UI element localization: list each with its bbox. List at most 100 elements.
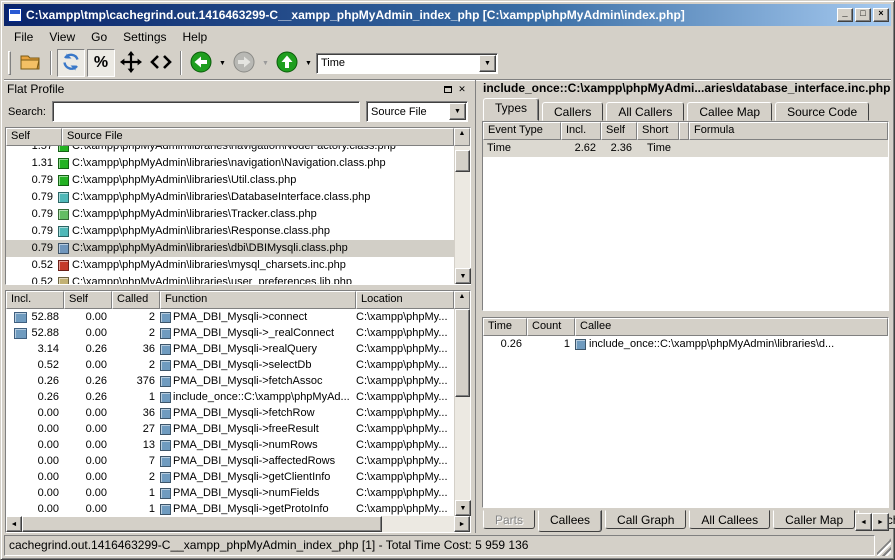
callee-name-text: include_once::C:\xampp\phpMyAdmin\librar…: [589, 336, 834, 353]
column-header-event-type[interactable]: Event Type: [483, 122, 561, 140]
column-header-self[interactable]: Self: [6, 128, 62, 146]
menu-view[interactable]: View: [41, 28, 83, 46]
function-row[interactable]: 0.000.001PMA_DBI_Mysqli->numFieldsC:\xam…: [6, 485, 454, 501]
menu-help[interactable]: Help: [175, 28, 216, 46]
combo-dropdown-icon[interactable]: ▼: [479, 55, 496, 72]
forward-button[interactable]: [230, 49, 258, 77]
scroll-down-icon[interactable]: ▼: [455, 268, 471, 284]
tab-all-callees[interactable]: All Callees: [689, 510, 770, 529]
menu-go[interactable]: Go: [83, 28, 115, 46]
scrollbar-thumb[interactable]: [455, 150, 470, 172]
percent-toggle-button[interactable]: %: [87, 49, 115, 77]
column-header-callee[interactable]: Callee: [575, 318, 888, 336]
column-header-count[interactable]: Count: [527, 318, 575, 336]
menu-settings[interactable]: Settings: [115, 28, 174, 46]
event-type-row[interactable]: Time2.622.36Time: [483, 140, 888, 157]
function-row[interactable]: 0.000.002PMA_DBI_Mysqli->getClientInfoC:…: [6, 469, 454, 485]
scrollbar-thumb[interactable]: [22, 516, 382, 532]
tab-scroll-left-icon[interactable]: ◄: [855, 513, 872, 531]
file-row[interactable]: 1.57C:\xampp\phpMyAdmin\libraries\naviga…: [6, 146, 454, 155]
function-row[interactable]: 3.140.2636PMA_DBI_Mysqli->realQueryC:\xa…: [6, 341, 454, 357]
column-header-formula[interactable]: Formula: [689, 122, 888, 140]
function-self-value: 0.26: [64, 389, 112, 405]
function-location: C:\xampp\phpMy...: [356, 469, 454, 485]
resize-grip[interactable]: [877, 535, 891, 556]
toolbar-grip[interactable]: [8, 51, 11, 75]
forward-dropdown-arrow[interactable]: ▼: [260, 49, 271, 77]
column-header-location[interactable]: Location: [356, 291, 454, 309]
column-header-self[interactable]: Self: [64, 291, 112, 309]
source-file-vscrollbar[interactable]: ▼: [454, 146, 470, 284]
scroll-down-icon[interactable]: ▼: [455, 500, 471, 516]
close-dock-button[interactable]: ✕: [455, 82, 469, 96]
callee-row[interactable]: 0.261include_once::C:\xampp\phpMyAdmin\l…: [483, 336, 888, 353]
scroll-up-icon[interactable]: ▲: [454, 128, 470, 146]
tab-source-code[interactable]: Source Code: [775, 102, 869, 121]
function-row[interactable]: 0.000.001PMA_DBI_Mysqli->getProtoInfoC:\…: [6, 501, 454, 516]
function-hscrollbar[interactable]: ◄ ►: [6, 516, 470, 532]
column-header-function[interactable]: Function: [160, 291, 356, 309]
function-row[interactable]: 0.000.0027PMA_DBI_Mysqli->freeResultC:\x…: [6, 421, 454, 437]
cycle-detection-button[interactable]: [147, 49, 175, 77]
column-header-blank[interactable]: [679, 122, 689, 140]
scrollbar-thumb[interactable]: [455, 309, 470, 397]
column-header-incl[interactable]: Incl.: [6, 291, 64, 309]
function-vscrollbar[interactable]: ▼: [454, 309, 470, 516]
event-type-selector[interactable]: Time ▼: [316, 53, 498, 74]
float-dock-button[interactable]: [441, 82, 455, 96]
expand-areas-button[interactable]: [117, 49, 145, 77]
minimize-button[interactable]: _: [837, 8, 853, 22]
file-self-value: 0.79: [6, 223, 58, 240]
column-header-incl[interactable]: Incl.: [561, 122, 601, 140]
tab-all-callers[interactable]: All Callers: [606, 102, 684, 121]
file-row[interactable]: 0.79C:\xampp\phpMyAdmin\libraries\Util.c…: [6, 172, 454, 189]
back-dropdown-arrow[interactable]: ▼: [217, 49, 228, 77]
search-input[interactable]: [52, 101, 360, 122]
function-row[interactable]: 0.000.0013PMA_DBI_Mysqli->numRowsC:\xamp…: [6, 437, 454, 453]
close-button[interactable]: ×: [873, 8, 889, 22]
scroll-up-icon[interactable]: ▲: [454, 291, 470, 309]
tab-callers[interactable]: Callers: [542, 102, 603, 121]
column-header-self[interactable]: Self: [601, 122, 637, 140]
file-row[interactable]: 1.31C:\xampp\phpMyAdmin\libraries\naviga…: [6, 155, 454, 172]
function-row[interactable]: 0.000.007PMA_DBI_Mysqli->affectedRowsC:\…: [6, 453, 454, 469]
file-row[interactable]: 0.79C:\xampp\phpMyAdmin\libraries\Databa…: [6, 189, 454, 206]
back-button[interactable]: [187, 49, 215, 77]
function-row[interactable]: 0.260.26376PMA_DBI_Mysqli->fetchAssocC:\…: [6, 373, 454, 389]
grouping-selector[interactable]: Source File ▼: [366, 101, 468, 122]
function-row[interactable]: 52.880.002PMA_DBI_Mysqli->_realConnectC:…: [6, 325, 454, 341]
combo-dropdown-icon[interactable]: ▼: [449, 103, 466, 120]
file-row[interactable]: 0.52C:\xampp\phpMyAdmin\libraries\mysql_…: [6, 257, 454, 274]
function-row[interactable]: 0.520.002PMA_DBI_Mysqli->selectDbC:\xamp…: [6, 357, 454, 373]
title-bar[interactable]: C:\xampp\tmp\cachegrind.out.1416463299-C…: [4, 4, 891, 26]
maximize-button[interactable]: □: [855, 8, 871, 22]
tab-types[interactable]: Types: [483, 98, 539, 121]
function-row[interactable]: 0.260.261include_once::C:\xampp\phpMyAd.…: [6, 389, 454, 405]
tab-caller-map[interactable]: Caller Map: [773, 510, 855, 529]
scroll-right-icon[interactable]: ►: [454, 516, 470, 532]
menu-file[interactable]: File: [6, 28, 41, 46]
function-incl-value: 0.00: [6, 469, 64, 485]
dock-title-bar[interactable]: Flat Profile ✕: [4, 80, 472, 98]
column-header-called[interactable]: Called: [112, 291, 160, 309]
open-file-button[interactable]: [17, 49, 45, 77]
file-row[interactable]: 0.79C:\xampp\phpMyAdmin\libraries\dbi\DB…: [6, 240, 454, 257]
column-header-source-file[interactable]: Source File: [62, 128, 454, 146]
up-dropdown-arrow[interactable]: ▼: [303, 49, 314, 77]
file-row[interactable]: 0.79C:\xampp\phpMyAdmin\libraries\Tracke…: [6, 206, 454, 223]
scroll-left-icon[interactable]: ◄: [6, 516, 22, 532]
column-header-time[interactable]: Time: [483, 318, 527, 336]
tab-callees[interactable]: Callees: [538, 510, 602, 532]
function-name-text: PMA_DBI_Mysqli->_realConnect: [173, 325, 334, 341]
event-type-name: Time: [483, 140, 561, 157]
tab-call-graph[interactable]: Call Graph: [605, 510, 686, 529]
file-row[interactable]: 0.52C:\xampp\phpMyAdmin\libraries\user_p…: [6, 274, 454, 284]
up-button[interactable]: [273, 49, 301, 77]
reload-button[interactable]: [57, 49, 85, 77]
file-row[interactable]: 0.79C:\xampp\phpMyAdmin\libraries\Respon…: [6, 223, 454, 240]
function-row[interactable]: 52.880.002PMA_DBI_Mysqli->connectC:\xamp…: [6, 309, 454, 325]
tab-scroll-right-icon[interactable]: ►: [872, 513, 889, 531]
function-row[interactable]: 0.000.0036PMA_DBI_Mysqli->fetchRowC:\xam…: [6, 405, 454, 421]
tab-callee-map[interactable]: Callee Map: [687, 102, 772, 121]
column-header-short[interactable]: Short: [637, 122, 679, 140]
